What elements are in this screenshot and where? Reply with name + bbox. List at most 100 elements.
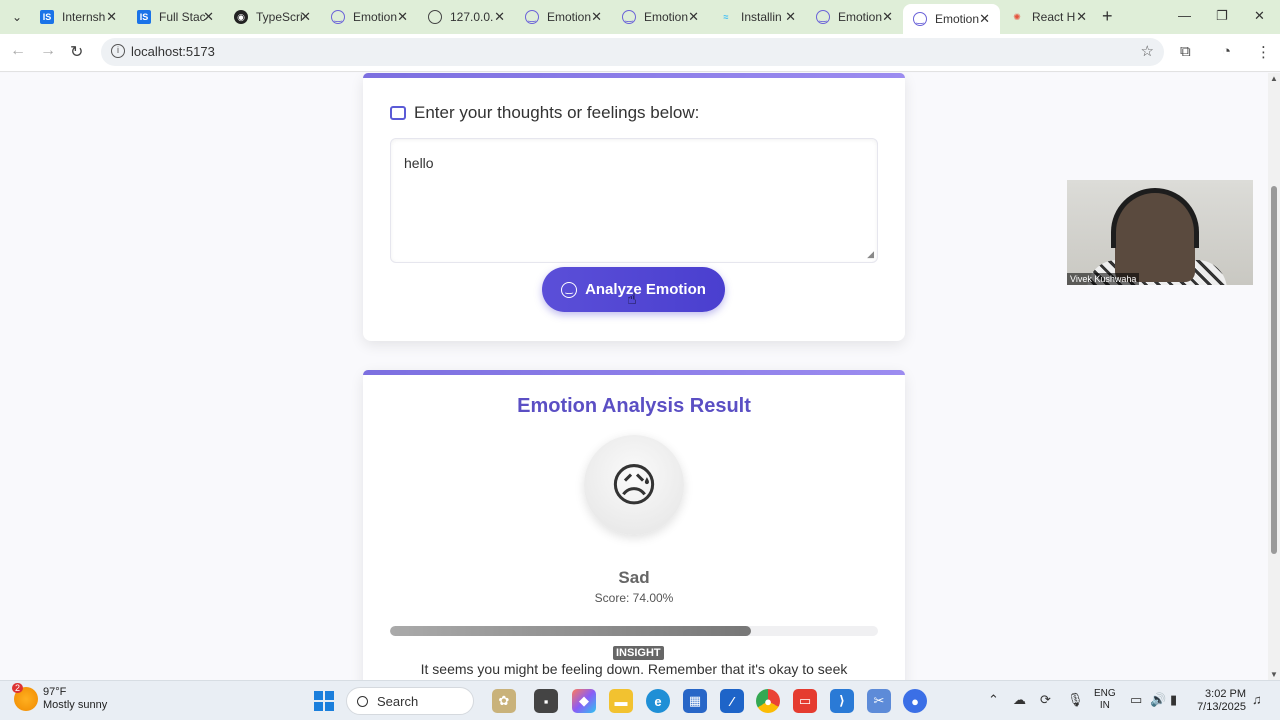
- vscode-icon[interactable]: ⟩: [830, 689, 854, 713]
- tab-close-icon[interactable]: ✕: [494, 9, 505, 25]
- tab[interactable]: 127.0.0. ✕: [418, 0, 515, 34]
- cloud-icon[interactable]: ☁: [1013, 692, 1026, 708]
- tab-close-icon[interactable]: ✕: [106, 9, 117, 25]
- pdf-app-icon[interactable]: ▭: [793, 689, 817, 713]
- new-tab-plus-icon[interactable]: +: [1102, 6, 1113, 27]
- tab-active[interactable]: ‿ Emotion ✕: [903, 4, 1000, 34]
- clock-time: 3:02 PM: [1205, 688, 1246, 700]
- back-arrow-icon[interactable]: ←: [10, 42, 26, 60]
- tab-title: Emotion: [547, 10, 592, 24]
- edge-browser-icon[interactable]: e: [646, 689, 670, 713]
- tab[interactable]: ‿ Emotion ✕: [806, 0, 903, 34]
- result-title: Emotion Analysis Result: [517, 395, 751, 417]
- scroll-up-arrow-icon[interactable]: ▲: [1270, 74, 1278, 83]
- copilot-icon[interactable]: ◔: [1222, 43, 1231, 60]
- smile-icon: ‿: [816, 10, 830, 24]
- tray-chevron-icon[interactable]: ⌃: [988, 692, 999, 708]
- display-icon[interactable]: ▭: [1130, 692, 1142, 708]
- bookmark-star-icon[interactable]: ☆: [1141, 42, 1154, 60]
- vpn-app-icon[interactable]: ⁄: [720, 689, 744, 713]
- chat-bubble-icon: [390, 106, 406, 120]
- tab[interactable]: ‿ Emotion ✕: [612, 0, 709, 34]
- tab-search-chevron-icon[interactable]: ⌄: [6, 6, 28, 28]
- react-icon: ✺: [1013, 11, 1021, 22]
- notification-bell-icon[interactable]: ♫: [1252, 692, 1262, 707]
- smile-icon: ‿: [525, 10, 539, 24]
- is-logo-icon: IS: [137, 10, 151, 24]
- tab-close-icon[interactable]: ✕: [882, 9, 893, 25]
- windows-start-icon[interactable]: [314, 691, 334, 711]
- lang-line-1: ENG: [1094, 688, 1116, 699]
- tab[interactable]: IS Internsh ✕: [30, 0, 127, 34]
- smile-icon: ‿: [622, 10, 636, 24]
- tab-close-icon[interactable]: ✕: [591, 9, 602, 25]
- windows-taskbar: 2 97°F Mostly sunny Search ✿ ▪ ◆ ▬ e ▦ ⁄…: [0, 680, 1280, 720]
- page-scrollbar[interactable]: ▲ ▼: [1268, 73, 1280, 680]
- store-app-icon[interactable]: ▦: [683, 689, 707, 713]
- search-label: Search: [377, 693, 419, 709]
- insight-badge: INSIGHT: [613, 646, 664, 660]
- tab-title: Installin: [741, 10, 782, 24]
- tab-close-icon[interactable]: ✕: [979, 11, 990, 27]
- tab[interactable]: ‿ Emotion ✕: [515, 0, 612, 34]
- forward-arrow-icon[interactable]: →: [40, 42, 56, 60]
- snipping-tool-icon[interactable]: ✂: [867, 689, 891, 713]
- browser-tab-strip: ⌄ IS Internsh ✕ IS Full Stac ✕ ◉ TypeScr…: [0, 0, 1280, 34]
- chrome-browser-icon[interactable]: ●: [756, 689, 780, 713]
- tab-close-icon[interactable]: ✕: [300, 9, 311, 25]
- resize-handle-icon[interactable]: ◢: [867, 249, 874, 260]
- search-icon: [357, 695, 368, 707]
- file-explorer-icon[interactable]: ▬: [609, 689, 633, 713]
- tab-close-icon[interactable]: ✕: [688, 9, 699, 25]
- terminal-app-icon[interactable]: ▪: [534, 689, 558, 713]
- tab-close-icon[interactable]: ✕: [785, 9, 796, 25]
- prompt-text: Enter your thoughts or feelings below:: [414, 103, 700, 122]
- tab[interactable]: ≈ Installin ✕: [709, 0, 806, 34]
- tab-title: Emotion: [935, 12, 980, 26]
- tab[interactable]: ✺ React H ✕: [1000, 0, 1097, 34]
- microphone-icon[interactable]: 🎙: [1067, 692, 1084, 708]
- thoughts-textarea[interactable]: hello ◢: [390, 138, 878, 263]
- tab[interactable]: IS Full Stac ✕: [127, 0, 224, 34]
- volume-icon[interactable]: 🔊: [1150, 692, 1166, 708]
- weather-condition: Mostly sunny: [43, 699, 108, 711]
- minimize-icon[interactable]: —: [1178, 8, 1191, 23]
- taskbar-search[interactable]: Search: [346, 687, 474, 715]
- weather-text: 97°F Mostly sunny: [43, 686, 107, 712]
- tab[interactable]: ◉ TypeScri ✕: [224, 0, 321, 34]
- reload-icon[interactable]: ↻: [70, 42, 83, 62]
- headphones-icon: [1111, 188, 1199, 248]
- tab-title: Emotion: [353, 10, 398, 24]
- tab-title: Internsh: [62, 10, 106, 24]
- clock-date: 7/13/2025: [1197, 701, 1246, 713]
- site-info-icon[interactable]: i: [111, 44, 125, 58]
- video-call-overlay[interactable]: Vivek Kushwaha: [1067, 180, 1253, 285]
- globe-icon: [428, 10, 442, 24]
- battery-icon[interactable]: ▮: [1170, 692, 1177, 708]
- close-window-icon[interactable]: ✕: [1254, 8, 1265, 24]
- extensions-puzzle-icon[interactable]: ⧉: [1180, 43, 1191, 60]
- tab-close-icon[interactable]: ✕: [1076, 9, 1087, 25]
- sync-icon[interactable]: ⟳: [1040, 692, 1051, 708]
- url-text[interactable]: localhost:5173: [131, 44, 215, 59]
- copilot-app-icon[interactable]: ◆: [572, 689, 596, 713]
- more-menu-icon[interactable]: ⋮: [1256, 43, 1271, 61]
- restore-icon[interactable]: ❐: [1216, 8, 1228, 24]
- lotus-app-icon[interactable]: ✿: [492, 689, 516, 713]
- score-progress-fill: [390, 626, 752, 636]
- scrollbar-thumb[interactable]: [1271, 186, 1277, 554]
- sun-icon: 2: [12, 683, 38, 711]
- participant-name: Vivek Kushwaha: [1067, 273, 1140, 285]
- zoom-app-icon[interactable]: ●: [903, 689, 927, 713]
- tab-close-icon[interactable]: ✕: [397, 9, 408, 25]
- address-bar[interactable]: i localhost:5173 ☆: [101, 38, 1164, 66]
- language-indicator[interactable]: ENG IN: [1094, 688, 1116, 712]
- tab-close-icon[interactable]: ✕: [203, 9, 214, 25]
- tab-title: React H: [1032, 10, 1076, 24]
- tab[interactable]: ‿ Emotion ✕: [321, 0, 418, 34]
- weather-widget[interactable]: 2 97°F Mostly sunny: [12, 683, 107, 712]
- scroll-down-arrow-icon[interactable]: ▼: [1270, 670, 1278, 679]
- system-clock[interactable]: 3:02 PM 7/13/2025: [1194, 688, 1246, 714]
- card-accent-bar: [363, 73, 905, 78]
- textarea-value[interactable]: hello: [404, 155, 434, 171]
